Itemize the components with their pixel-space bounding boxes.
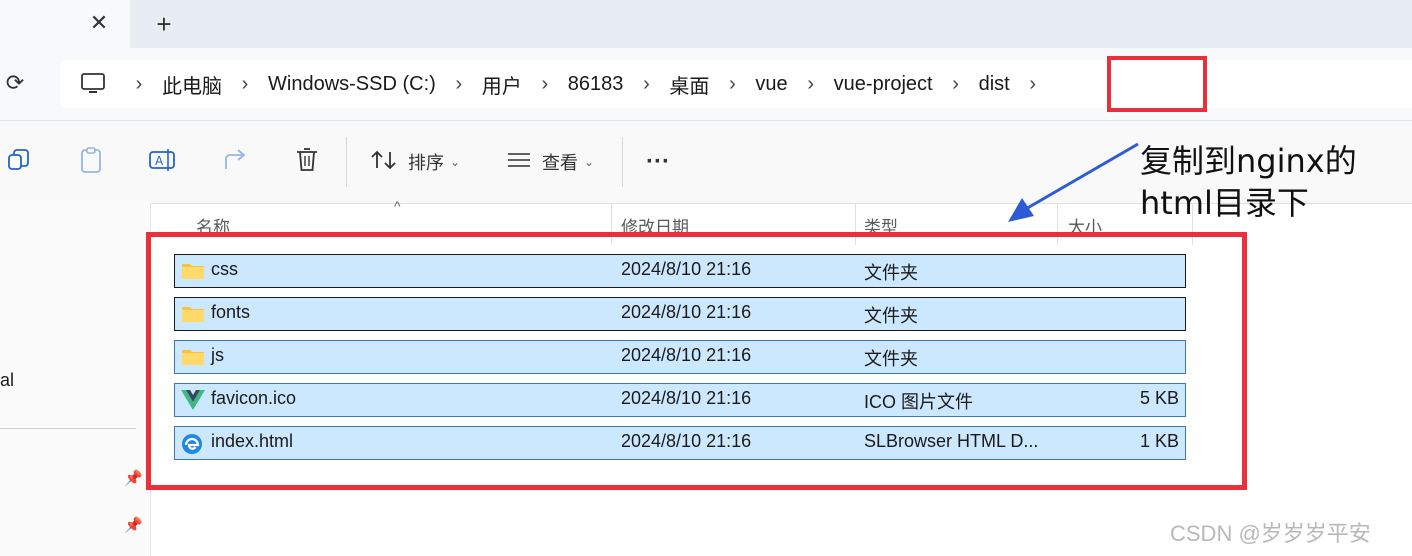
- annotation-text: 复制到nginx的 html目录下: [1140, 140, 1357, 224]
- annotation-line-1: 复制到nginx的: [1140, 142, 1357, 180]
- annotation-line-2: html目录下: [1140, 184, 1309, 222]
- watermark: CSDN @岁岁岁平安: [1170, 521, 1371, 546]
- annotation-arrow-icon: [1008, 142, 1139, 222]
